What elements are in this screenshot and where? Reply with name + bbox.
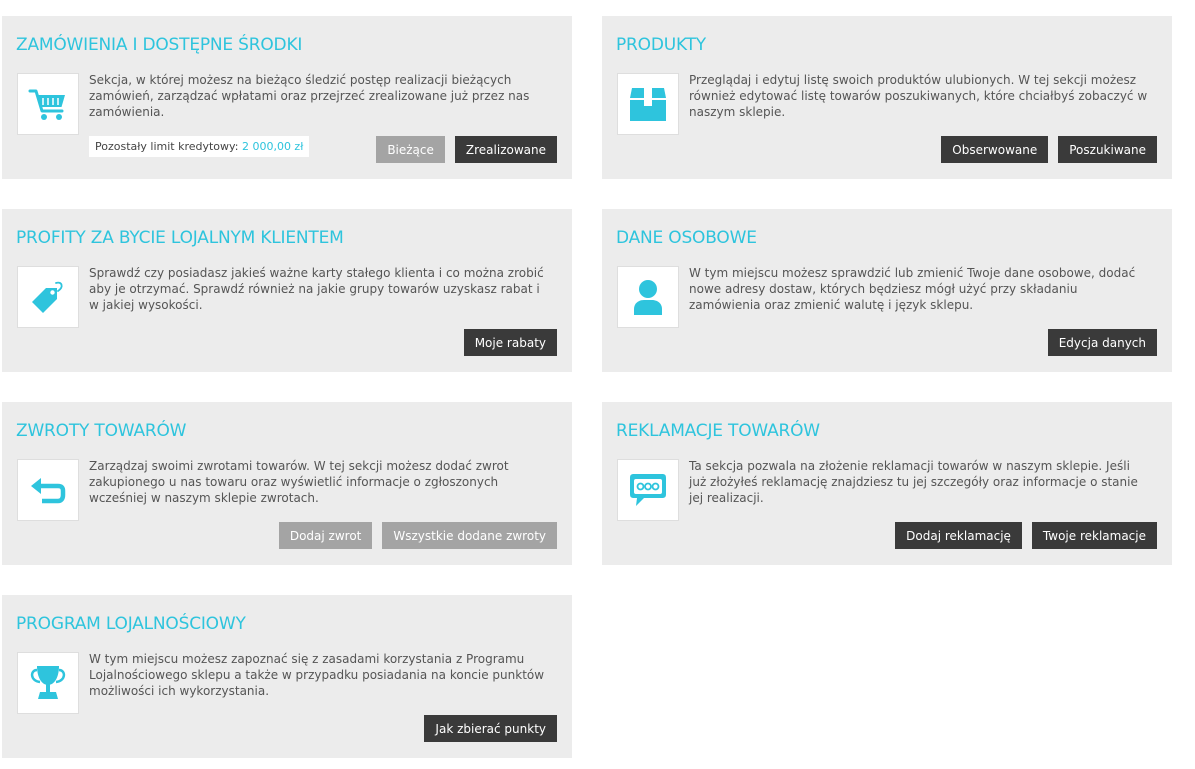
card-orders: ZAMÓWIENIA I DOSTĘPNE ŚRODKI Sekcja, w k… [2, 16, 572, 179]
wanted-products-button[interactable]: Poszukiwane [1058, 136, 1157, 163]
card-title: ZWROTY TOWARÓW [16, 421, 187, 441]
card-description: W tym miejscu możesz sprawdzić lub zmien… [689, 266, 1136, 312]
card-title: REKLAMACJE TOWARÓW [616, 421, 820, 441]
all-returns-button[interactable]: Wszystkie dodane zwroty [382, 522, 557, 549]
card-description: Ta sekcja pozwala na złożenie reklamacji… [689, 459, 1138, 505]
credit-limit-label: Pozostały limit kredytowy: [95, 140, 239, 153]
completed-orders-button[interactable]: Zrealizowane [454, 136, 557, 163]
card-buttons: Moje rabaty [463, 329, 557, 356]
card-returns: ZWROTY TOWARÓW Zarządzaj swoimi zwrotami… [2, 402, 572, 565]
card-title: DANE OSOBOWE [616, 228, 757, 248]
card-description: Przeglądaj i edytuj listę swoich produkt… [689, 73, 1148, 119]
return-arrow-icon [17, 459, 79, 521]
card-title: ZAMÓWIENIA I DOSTĘPNE ŚRODKI [16, 35, 303, 55]
my-discounts-button[interactable]: Moje rabaty [463, 329, 557, 356]
card-title: PROGRAM LOJALNOŚCIOWY [16, 614, 246, 634]
box-icon [617, 73, 679, 135]
card-description: Sekcja, w której możesz na bieżąco śledz… [89, 73, 530, 119]
card-personal-data: DANE OSOBOWE W tym miejscu możesz sprawd… [602, 209, 1172, 372]
your-complaints-button[interactable]: Twoje reklamacje [1031, 522, 1157, 549]
card-complaints: REKLAMACJE TOWARÓW Ta sekcja pozwala na … [602, 402, 1172, 565]
how-to-collect-points-button[interactable]: Jak zbierać punkty [424, 715, 557, 742]
trophy-icon [17, 652, 79, 714]
card-title: PRODUKTY [616, 35, 706, 55]
card-description: W tym miejscu możesz zapoznać się z zasa… [89, 652, 545, 698]
card-buttons: Edycja danych [1047, 329, 1157, 356]
card-description: Sprawdź czy posiadasz jakieś ważne karty… [89, 266, 544, 312]
credit-limit-value: 2 000,00 zł [241, 140, 304, 153]
card-buttons: Dodaj reklamację Twoje reklamacje [895, 522, 1157, 549]
card-title: PROFITY ZA BYCIE LOJALNYM KLIENTEM [16, 228, 344, 248]
card-products: PRODUKTY Przeglądaj i edytuj listę swoic… [602, 16, 1172, 179]
current-orders-button[interactable]: Bieżące [376, 136, 445, 163]
card-buttons: Dodaj zwrot Wszystkie dodane zwroty [278, 522, 557, 549]
credit-limit-box: Pozostały limit kredytowy: 2 000,00 zł [89, 136, 310, 157]
card-loyalty-program: PROGRAM LOJALNOŚCIOWY W tym miejscu może… [2, 595, 572, 758]
card-buttons: Obserwowane Poszukiwane [941, 136, 1157, 163]
card-buttons: Jak zbierać punkty [424, 715, 557, 742]
price-tag-icon [17, 266, 79, 328]
chat-bubble-icon [617, 459, 679, 521]
card-description: Zarządzaj swoimi zwrotami towarów. W tej… [89, 459, 509, 505]
shopping-cart-icon [17, 73, 79, 135]
add-complaint-button[interactable]: Dodaj reklamację [895, 522, 1022, 549]
edit-data-button[interactable]: Edycja danych [1047, 329, 1157, 356]
card-loyalty-benefits: PROFITY ZA BYCIE LOJALNYM KLIENTEM Spraw… [2, 209, 572, 372]
watched-products-button[interactable]: Obserwowane [941, 136, 1049, 163]
card-buttons: Bieżące Zrealizowane [376, 136, 557, 163]
user-icon [617, 266, 679, 328]
add-return-button[interactable]: Dodaj zwrot [278, 522, 373, 549]
